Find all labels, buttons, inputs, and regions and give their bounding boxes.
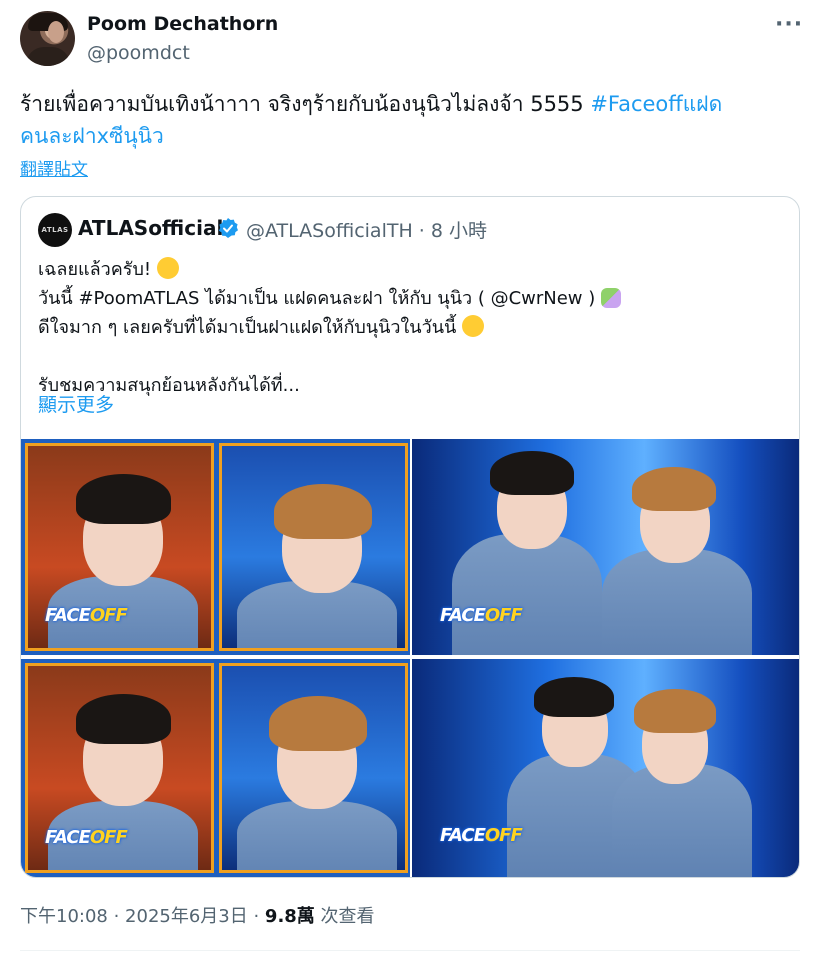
author-avatar[interactable] — [20, 11, 75, 66]
translate-post-link[interactable]: 翻譯貼文 — [20, 155, 88, 180]
faceoff-logo: FACEOFF — [440, 825, 523, 846]
hashtag-link[interactable]: #Faceoffแฝด — [590, 92, 722, 116]
faceoff-logo: FACEOFF — [45, 605, 128, 626]
quote-handle-time[interactable]: @ATLASofficialTH · 8 小時 — [246, 216, 487, 243]
smiling-face-hearts-emoji-icon — [462, 315, 485, 337]
quote-text: เฉลยแล้วครับ! วันนี้ #PoomATLAS ได้มาเป็… — [38, 255, 778, 400]
faceoff-logo: FACEOFF — [440, 605, 523, 626]
winking-face-emoji-icon — [156, 257, 179, 279]
views-label: 次查看 — [314, 906, 375, 927]
hashtag-link-cont[interactable]: คนละฝาxซีนุนิว — [20, 124, 164, 148]
faceoff-logo: FACEOFF — [45, 827, 128, 848]
author-name[interactable]: Poom Dechathorn — [87, 13, 278, 35]
quote-line-3: ดีใจมาก ๆ เลยครับที่ได้มาเป็นฝาแฝดให้กับ… — [38, 317, 457, 338]
media-image-3[interactable]: FACEOFF — [21, 659, 410, 877]
tweet-meta: 下午10:08 · 2025年6月3日 · 9.8萬 次查看 — [20, 902, 375, 928]
author-handle[interactable]: @poomdct — [87, 42, 190, 64]
divider — [20, 950, 800, 951]
media-image-4[interactable]: FACEOFF — [412, 659, 799, 877]
media-image-2[interactable]: FACEOFF — [412, 439, 799, 655]
more-options-icon[interactable]: ··· — [775, 12, 803, 37]
quote-line-1: เฉลยแล้วครับ! — [38, 259, 152, 280]
media-grid: FACEOFF FACEOFF FACEOFF FACEOFF — [21, 439, 799, 877]
tweet-body: ร้ายเพื่อความบันเทิงน้าาาา จริงๆร้ายกับน… — [20, 92, 591, 116]
views-count: 9.8萬 — [264, 906, 315, 927]
verified-badge-icon — [219, 218, 238, 238]
show-more-link[interactable]: 顯示更多 — [38, 390, 114, 417]
media-image-1[interactable]: FACEOFF — [21, 439, 410, 655]
quote-avatar[interactable]: ATLAS — [38, 213, 72, 247]
quote-author-name[interactable]: ATLASofficial — [78, 216, 223, 240]
performing-arts-emoji-icon — [601, 288, 621, 308]
quote-line-2: วันนี้ #PoomATLAS ได้มาเป็น แฝดคนละฝา ให… — [38, 288, 596, 309]
tweet-text: ร้ายเพื่อความบันเทิงน้าาาา จริงๆร้ายกับน… — [20, 88, 800, 152]
quoted-tweet[interactable]: ATLAS ATLASofficial @ATLASofficialTH · 8… — [20, 196, 800, 878]
tweet-timestamp[interactable]: 下午10:08 · 2025年6月3日 · — [20, 906, 265, 927]
